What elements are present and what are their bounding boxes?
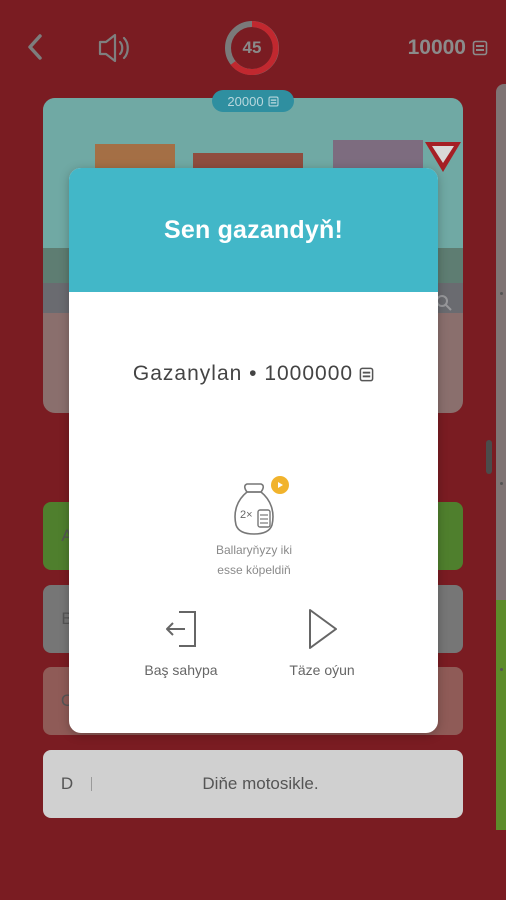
prize-badge: 20000 (212, 90, 294, 112)
side-panel-green (496, 600, 506, 830)
top-bar: 45 10000 (0, 0, 506, 100)
win-dialog-header: Sen gazandyň! (69, 168, 438, 292)
earned-label: Gazanylan • 1000000 (132, 362, 354, 385)
timer-value: 45 (242, 38, 262, 57)
speaker-icon (98, 33, 129, 63)
coin-balance: 10000 (408, 34, 488, 62)
coin-icon (472, 40, 488, 56)
earned-amount: Gazanylan • 1000000 (69, 362, 438, 386)
new-game-button-label: Täze oýun (289, 662, 355, 678)
prize-value: 20000 (227, 93, 264, 109)
yield-sign-inner (432, 146, 454, 163)
double-points-line-2: esse köpeldiň (217, 563, 291, 577)
answer-text: Diňe motosikle. (202, 774, 319, 793)
video-ad-badge-icon (271, 476, 289, 494)
win-dialog: Sen gazandyň! Gazanylan • 1000000 2× Bal… (69, 168, 438, 733)
side-drawer-handle[interactable] (486, 440, 492, 474)
coin-icon (268, 95, 279, 107)
back-button[interactable] (22, 32, 52, 62)
coin-icon (359, 367, 374, 381)
sound-button[interactable] (96, 30, 134, 66)
back-arrow-icon (28, 34, 42, 60)
double-points-text: Ballaryňyzy iki esse köpeldiň (195, 540, 313, 580)
answer-letter: D (60, 774, 74, 793)
win-dialog-title: Sen gazandyň! (163, 215, 344, 244)
exit-door-icon (166, 611, 196, 647)
new-game-button[interactable]: Täze oýun (262, 606, 382, 678)
question-timer: 45 (222, 18, 282, 78)
coin-balance-value: 10000 (407, 36, 466, 59)
side-dot (500, 668, 503, 671)
double-points-button[interactable]: 2× Ballaryňyzy iki esse köpeldiň (195, 476, 313, 580)
double-points-line-1: Ballaryňyzy iki (215, 543, 293, 557)
play-icon (278, 482, 283, 488)
home-button-label: Baş sahypa (144, 662, 218, 678)
play-icon (309, 609, 337, 649)
side-dot (500, 482, 503, 485)
answer-option-d[interactable]: D Diňe motosikle. (43, 750, 463, 818)
svg-text:2×: 2× (240, 509, 253, 521)
home-button[interactable]: Baş sahypa (121, 606, 241, 678)
side-dot (500, 292, 503, 295)
